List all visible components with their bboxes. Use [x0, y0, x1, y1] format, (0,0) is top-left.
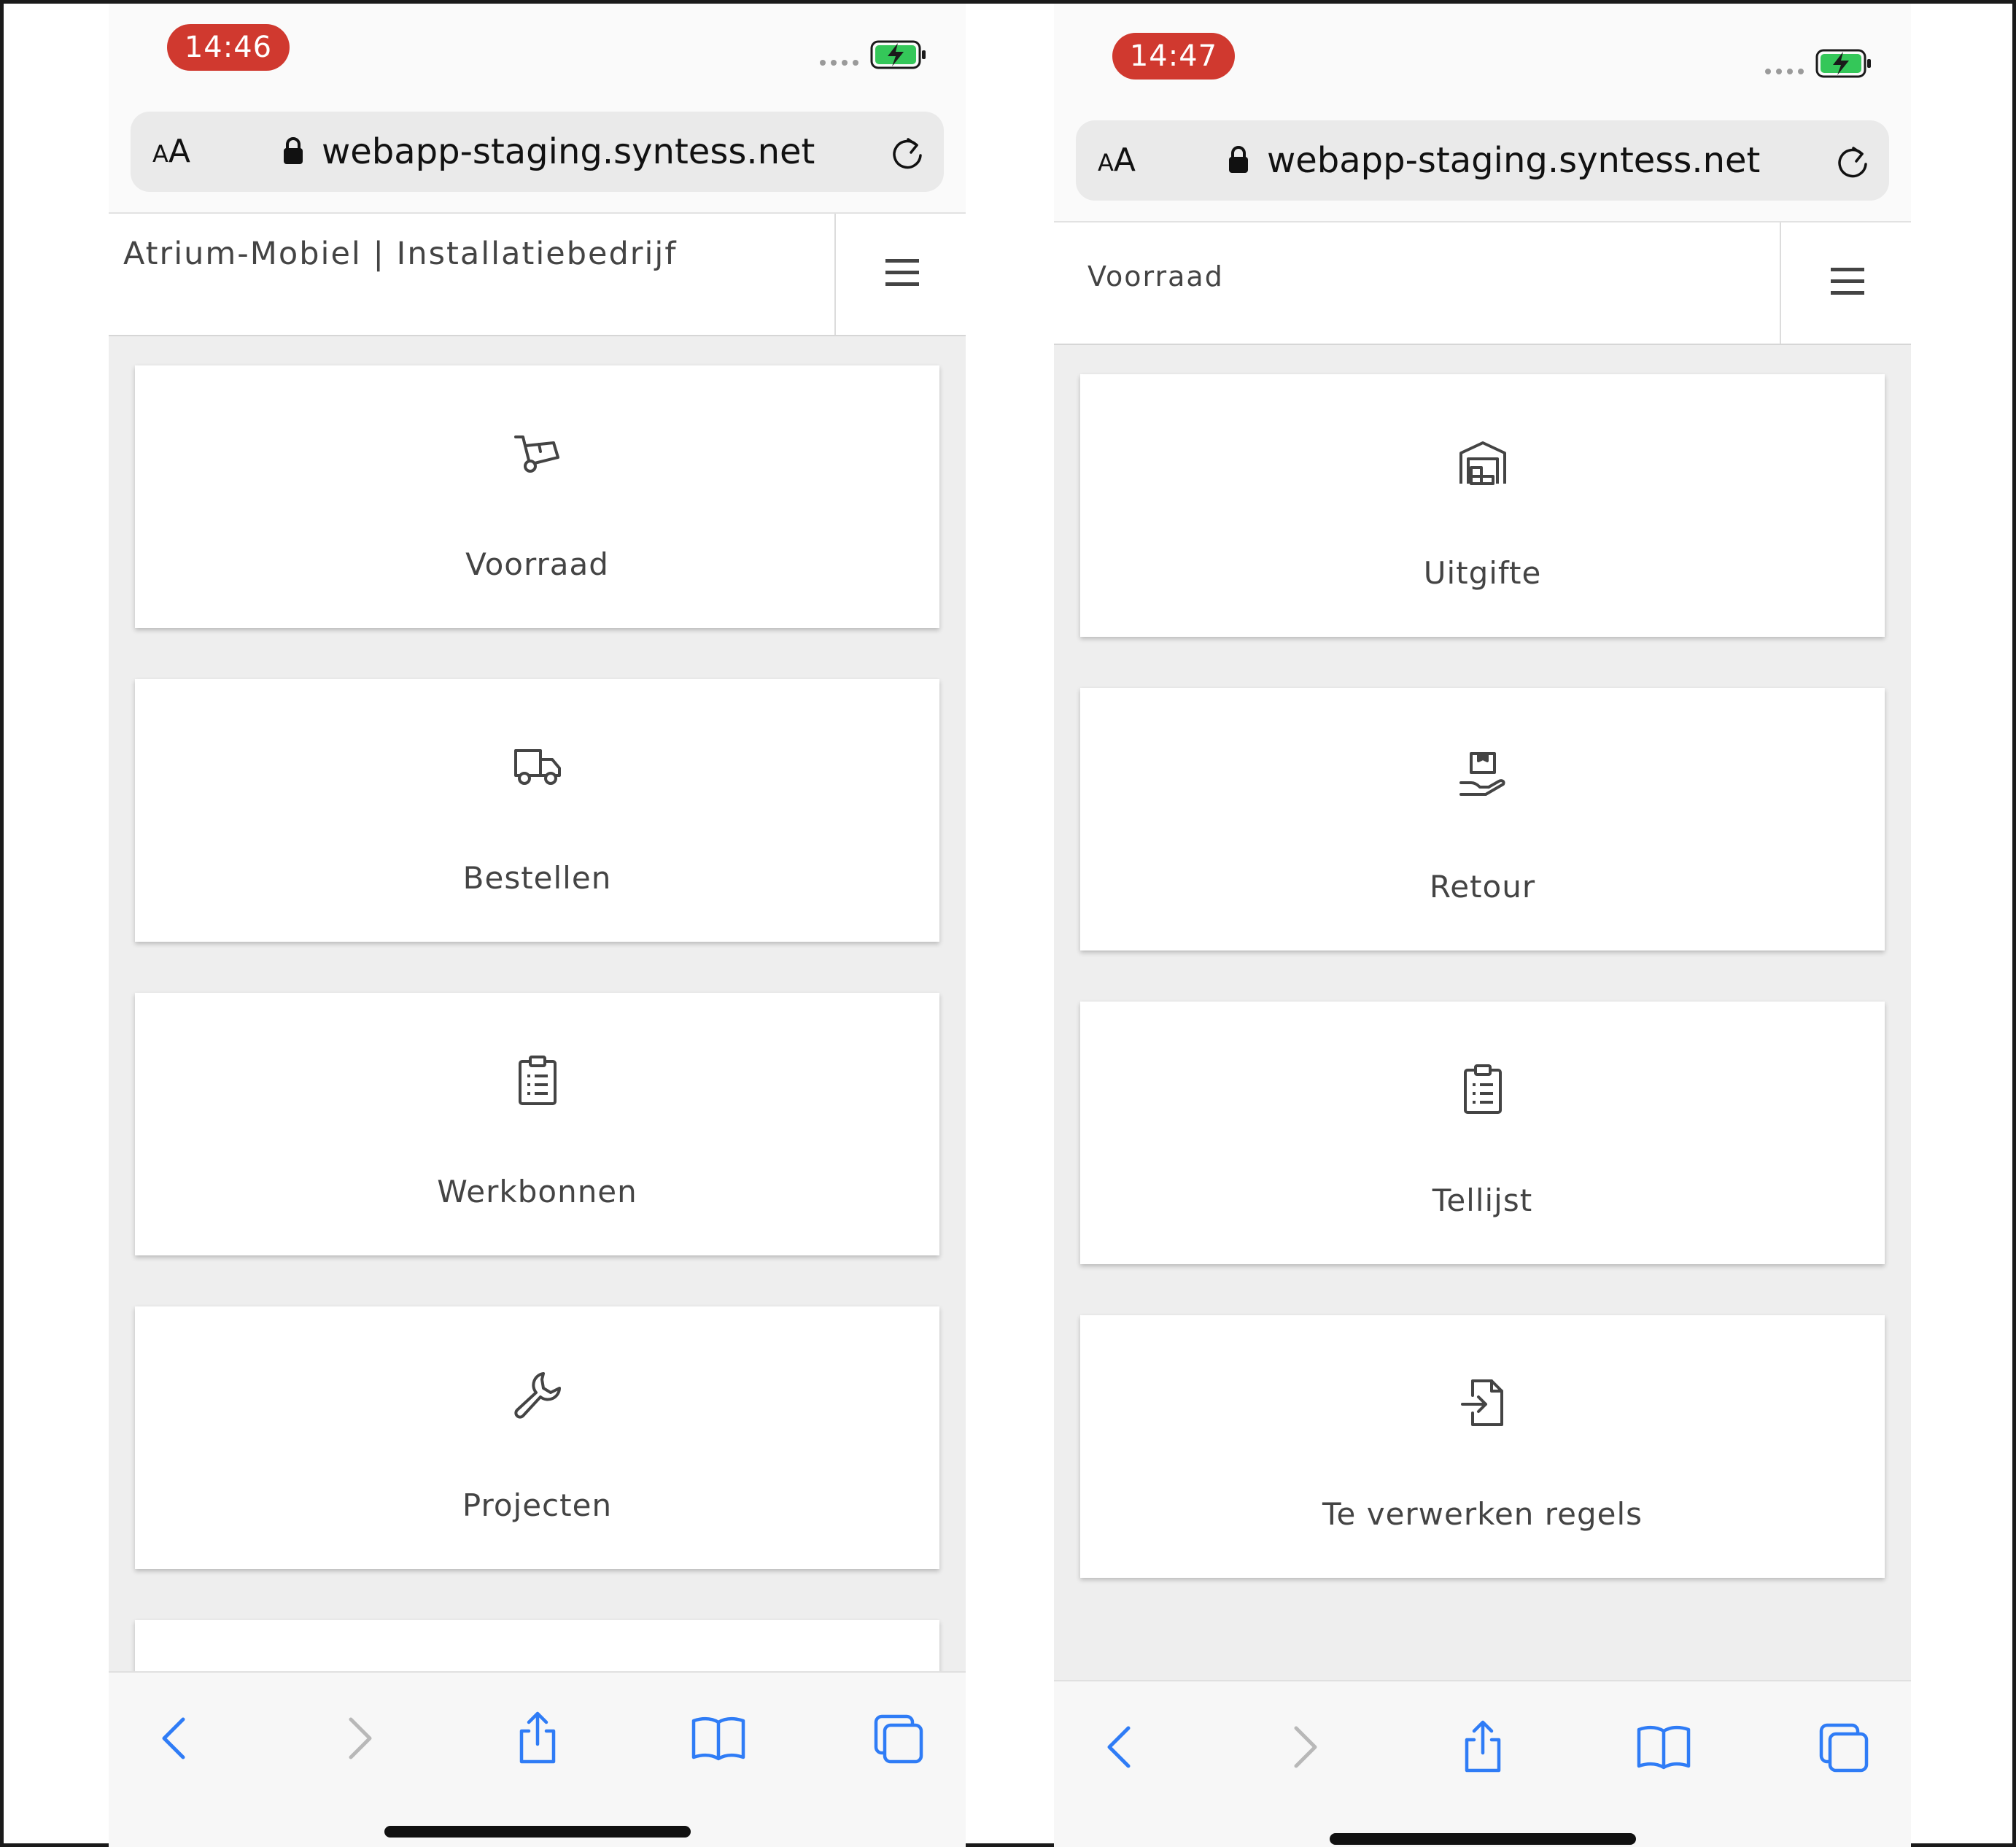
- text-size-large-label: A: [1113, 142, 1136, 179]
- tile-list: Voorraad Bestellen Werkbonnen Projecten: [109, 336, 966, 1671]
- signal-icon: [820, 60, 858, 66]
- phone-screen-left: 14:46 AA webapp-staging.syntess.net Atri…: [109, 4, 966, 1847]
- truck-icon: [514, 749, 561, 785]
- browser-toolbar: [1054, 1680, 1911, 1847]
- screenshot-frame: 14:46 AA webapp-staging.syntess.net Atri…: [0, 0, 2016, 1847]
- hamburger-menu-icon: [1831, 268, 1864, 295]
- text-size-small-label: A: [152, 140, 168, 168]
- browser-toolbar: [109, 1671, 966, 1847]
- lock-icon: [284, 137, 303, 164]
- tile-tellijst[interactable]: Tellijst: [1080, 1002, 1885, 1264]
- tile-projecten[interactable]: Projecten: [135, 1306, 939, 1569]
- bookmarks-icon[interactable]: [689, 1709, 748, 1767]
- signal-icon: [1765, 69, 1804, 74]
- share-icon[interactable]: [508, 1709, 567, 1767]
- home-indicator[interactable]: [384, 1826, 691, 1838]
- tile-label: Retour: [1429, 869, 1536, 905]
- file-import-icon: [1461, 1379, 1503, 1426]
- share-icon[interactable]: [1454, 1718, 1512, 1776]
- tile-retour[interactable]: Retour: [1080, 688, 1885, 950]
- hand-truck-icon: [514, 435, 559, 473]
- back-icon[interactable]: [1093, 1718, 1152, 1776]
- text-size-button[interactable]: AA: [1098, 120, 1136, 201]
- wrench-icon: [514, 1372, 561, 1419]
- tile-te-verwerken-regels[interactable]: Te verwerken regels: [1080, 1315, 1885, 1578]
- url-text[interactable]: webapp-staging.syntess.net: [1267, 120, 1760, 201]
- tile-werkbonnen[interactable]: Werkbonnen: [135, 993, 939, 1255]
- tile-bestellen[interactable]: Bestellen: [135, 679, 939, 942]
- app-header: Voorraad: [1054, 221, 1911, 345]
- text-size-large-label: A: [168, 133, 190, 170]
- status-bar: 14:47: [1054, 4, 1911, 106]
- tabs-icon[interactable]: [870, 1709, 928, 1767]
- tile-label: Werkbonnen: [437, 1174, 637, 1209]
- tabs-icon[interactable]: [1815, 1718, 1874, 1776]
- browser-address-bar[interactable]: AA webapp-staging.syntess.net: [1076, 120, 1889, 201]
- clipboard-list-icon: [519, 1056, 557, 1105]
- hamburger-menu-icon: [885, 259, 919, 286]
- hamburger-menu-button[interactable]: [834, 214, 966, 335]
- tile-label: Voorraad: [465, 546, 609, 582]
- lock-icon: [1229, 146, 1248, 173]
- status-bar: 14:46: [109, 4, 966, 106]
- tile-partial[interactable]: [135, 1620, 939, 1671]
- status-time: 14:46: [167, 24, 290, 71]
- forward-icon[interactable]: [1273, 1718, 1331, 1776]
- back-icon[interactable]: [148, 1709, 206, 1767]
- tile-uitgifte[interactable]: Uitgifte: [1080, 374, 1885, 637]
- warehouse-icon: [1459, 441, 1506, 485]
- url-text[interactable]: webapp-staging.syntess.net: [322, 112, 815, 192]
- tile-label: Uitgifte: [1423, 555, 1542, 591]
- hamburger-menu-button[interactable]: [1780, 222, 1911, 344]
- hand-box-icon: [1459, 752, 1505, 796]
- page-title: Atrium-Mobiel | Installatiebedrijf: [123, 236, 678, 272]
- text-size-small-label: A: [1098, 149, 1114, 177]
- tile-voorraad[interactable]: Voorraad: [135, 365, 939, 628]
- battery-charging-icon: [1815, 49, 1871, 78]
- text-size-button[interactable]: AA: [152, 112, 190, 192]
- battery-charging-icon: [870, 40, 926, 69]
- bookmarks-icon[interactable]: [1635, 1718, 1693, 1776]
- tile-label: Projecten: [462, 1487, 613, 1523]
- phone-screen-right: 14:47 AA webapp-staging.syntess.net Voor…: [1054, 4, 1911, 1847]
- reload-icon[interactable]: [1834, 142, 1871, 180]
- tile-label: Tellijst: [1432, 1182, 1533, 1218]
- forward-icon[interactable]: [327, 1709, 386, 1767]
- reload-icon[interactable]: [889, 133, 926, 171]
- page-title: Voorraad: [1088, 260, 1224, 293]
- tile-label: Bestellen: [462, 860, 612, 896]
- tile-label: Te verwerken regels: [1322, 1496, 1643, 1532]
- tile-list: Uitgifte Retour Tellijst Te verwerken re…: [1054, 345, 1911, 1680]
- status-time: 14:47: [1112, 33, 1235, 80]
- browser-address-bar[interactable]: AA webapp-staging.syntess.net: [131, 112, 944, 192]
- app-header: Atrium-Mobiel | Installatiebedrijf: [109, 212, 966, 336]
- home-indicator[interactable]: [1330, 1833, 1636, 1845]
- clipboard-list-icon: [1464, 1064, 1502, 1114]
